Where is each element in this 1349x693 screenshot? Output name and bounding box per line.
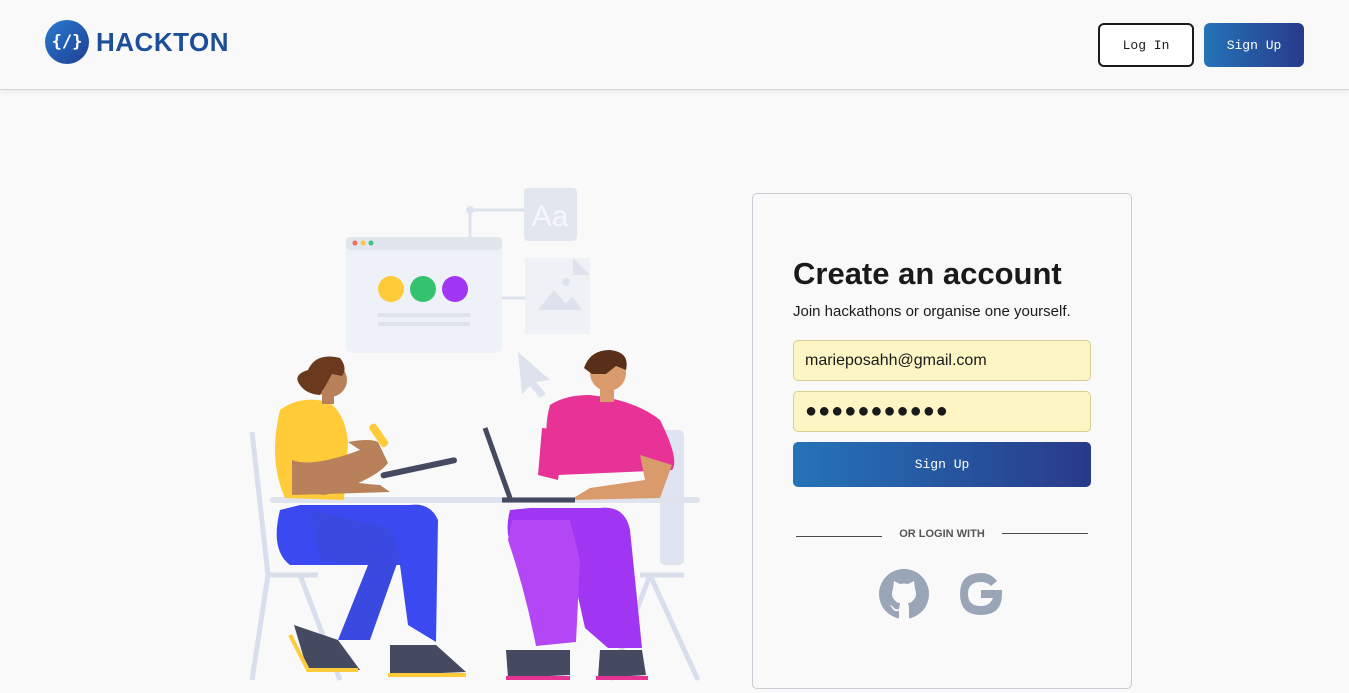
- hero-illustration: Aa: [240, 180, 710, 693]
- divider-left: [796, 536, 882, 537]
- login-button[interactable]: Log In: [1098, 23, 1194, 67]
- people-working-illustration: Aa: [249, 188, 701, 682]
- card-subtitle: Join hackathons or organise one yourself…: [793, 303, 1071, 320]
- email-field[interactable]: marieposahh@gmail.com: [793, 340, 1091, 381]
- signup-submit-button[interactable]: Sign Up: [793, 442, 1091, 487]
- cursor-arrow-icon: [518, 352, 550, 398]
- divider-right: [1002, 533, 1088, 534]
- divider-label: OR LOGIN WITH: [899, 528, 985, 540]
- logo-text: HACKTON: [96, 26, 230, 57]
- github-login-button[interactable]: [879, 569, 929, 619]
- github-icon: [879, 569, 929, 619]
- logo[interactable]: {/} HACKTON: [45, 20, 229, 64]
- signup-card: Create an account Join hackathons or org…: [752, 193, 1132, 689]
- google-login-button[interactable]: [956, 569, 1006, 619]
- logo-icon: {/}: [45, 20, 89, 64]
- signup-nav-button[interactable]: Sign Up: [1204, 23, 1304, 67]
- top-navbar: {/} HACKTON Log In Sign Up: [0, 0, 1349, 90]
- svg-text:Aa: Aa: [532, 200, 569, 233]
- google-icon: [960, 573, 1002, 615]
- page-title: Create an account: [793, 256, 1062, 291]
- password-field[interactable]: ●●●●●●●●●●●: [793, 391, 1091, 432]
